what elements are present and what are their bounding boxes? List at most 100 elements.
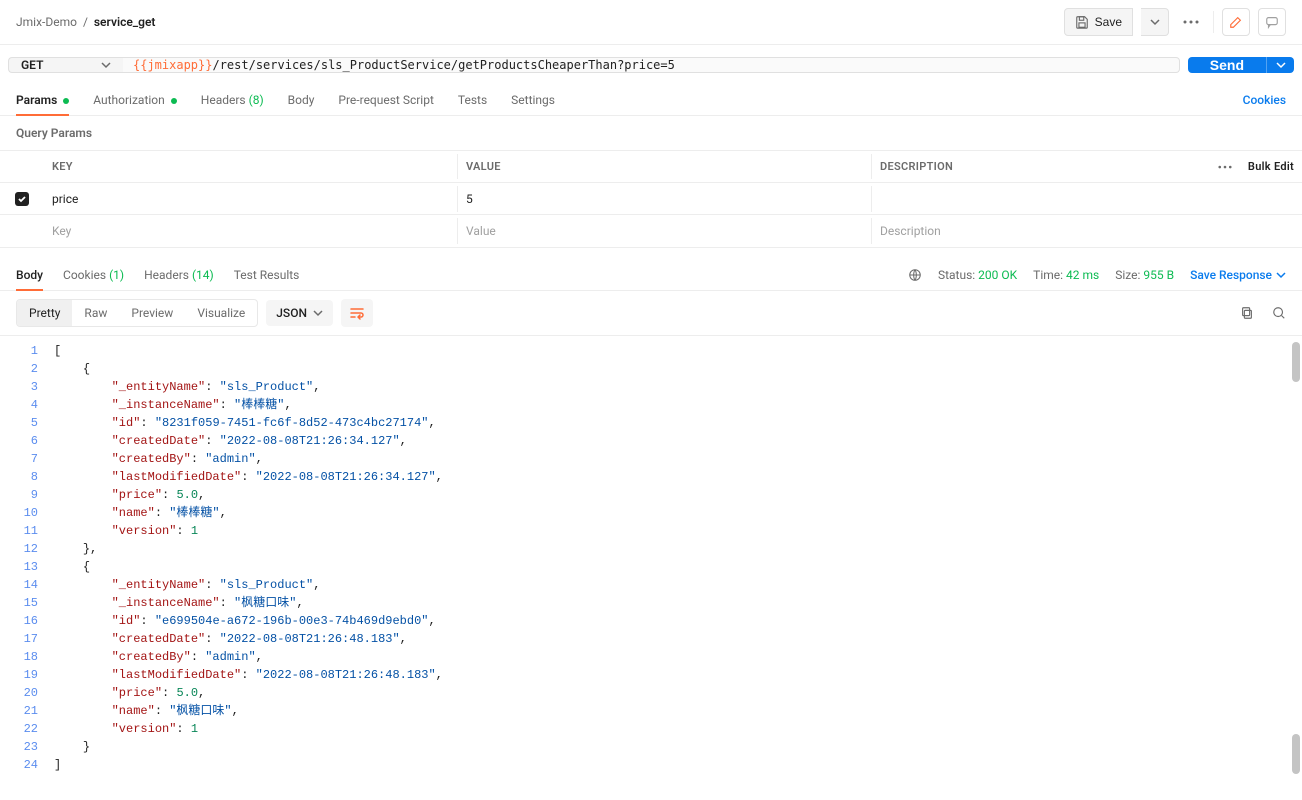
row-checkbox[interactable] [15,192,29,206]
resp-tab-body-label: Body [16,268,43,282]
th-desc: DESCRIPTION Bulk Edit [872,154,1302,179]
param-value-placeholder[interactable]: Value [458,218,872,244]
resp-tab-body[interactable]: Body [16,260,43,290]
response-status-bar: Status: 200 OK Time: 42 ms Size: 955 B S… [908,268,1286,282]
resp-tab-headers[interactable]: Headers (14) [144,260,214,290]
response-body-editor[interactable]: 123456789101112131415161718192021222324 … [0,336,1302,780]
status-dot [171,98,177,104]
copy-icon[interactable] [1240,306,1254,320]
view-mode-visualize[interactable]: Visualize [185,300,257,326]
time-group: Time: 42 ms [1033,268,1099,282]
time-value: 42 ms [1066,268,1099,282]
resp-tab-headers-label: Headers [144,268,189,282]
th-value: VALUE [458,154,872,179]
send-dropdown-button[interactable] [1266,57,1294,73]
body-toolbar: Pretty Raw Preview Visualize JSON [0,291,1302,336]
url-variable: {{jmixapp}} [133,58,212,72]
tab-body-label: Body [288,93,315,107]
bulk-edit-link[interactable]: Bulk Edit [1248,160,1294,173]
resp-tab-cookies-label: Cookies [63,268,106,282]
status-label: Status: [938,268,975,282]
tab-prerequest[interactable]: Pre-request Script [338,85,433,115]
th-desc-label: DESCRIPTION [880,160,953,173]
response-tabs: Body Cookies (1) Headers (14) Test Resul… [0,260,1302,291]
breadcrumb: Jmix-Demo / service_get [16,15,155,29]
tab-prerequest-label: Pre-request Script [338,93,433,107]
view-mode-raw[interactable]: Raw [72,300,119,326]
status-dot [63,98,69,104]
resp-tab-cookies-count: (1) [109,268,124,282]
breadcrumb-separator: / [83,15,88,29]
tab-headers-label: Headers [201,93,246,107]
cookies-label: Cookies [1243,93,1286,107]
globe-icon[interactable] [908,268,922,282]
breadcrumb-collection[interactable]: Jmix-Demo [16,15,77,29]
header-actions: Save [1064,8,1286,36]
save-dropdown-button[interactable] [1141,8,1169,36]
tab-authorization[interactable]: Authorization [93,85,177,115]
more-columns-icon[interactable] [1218,165,1232,169]
chevron-down-icon [313,308,323,318]
http-method-label: GET [21,58,43,72]
save-label: Save [1095,15,1122,29]
view-mode-pretty[interactable]: Pretty [17,300,72,326]
resp-tab-testresults[interactable]: Test Results [234,260,300,290]
scrollbar-thumb[interactable] [1292,342,1300,382]
request-row: GET {{jmixapp}}/rest/services/sls_Produc… [0,45,1302,85]
floppy-icon [1075,15,1089,29]
query-params-table: KEY VALUE DESCRIPTION Bulk Edit price 5 … [0,150,1302,248]
line-wrap-button[interactable] [341,299,373,327]
tab-header: Jmix-Demo / service_get Save [0,0,1302,45]
tab-tests[interactable]: Tests [458,85,487,115]
save-button[interactable]: Save [1064,8,1133,36]
param-key-input[interactable]: price [44,186,458,212]
tab-authorization-label: Authorization [93,93,165,107]
breadcrumb-request: service_get [94,15,156,29]
query-params-title: Query Params [0,116,1302,150]
tab-headers-count: (8) [249,93,264,107]
tab-params[interactable]: Params [16,85,69,115]
save-response-link[interactable]: Save Response [1190,268,1286,282]
param-value-input[interactable]: 5 [458,186,872,212]
tab-headers[interactable]: Headers (8) [201,85,264,115]
body-format-label: JSON [276,306,307,320]
param-desc-placeholder[interactable]: Description [872,218,1302,244]
resp-tab-headers-count: (14) [192,268,214,282]
save-response-label: Save Response [1190,268,1272,282]
send-button[interactable]: Send [1188,57,1266,73]
resp-tab-testresults-label: Test Results [234,268,300,282]
cookies-link[interactable]: Cookies [1243,85,1286,115]
tab-params-label: Params [16,93,57,107]
body-format-select[interactable]: JSON [266,300,333,326]
size-group: Size: 955 B [1115,268,1174,282]
comment-icon-button[interactable] [1258,8,1286,36]
table-row: price 5 [0,183,1302,215]
tab-settings-label: Settings [511,93,555,107]
view-mode-group: Pretty Raw Preview Visualize [16,299,258,327]
edit-icon-button[interactable] [1222,8,1250,36]
status-group: Status: 200 OK [938,268,1017,282]
send-label: Send [1210,57,1244,73]
status-value: 200 OK [978,268,1017,282]
scrollbar-thumb[interactable] [1292,734,1300,774]
more-options-button[interactable] [1177,14,1205,30]
param-key-placeholder[interactable]: Key [44,218,458,244]
request-tabs: Params Authorization Headers (8) Body Pr… [0,85,1302,116]
resp-tab-cookies[interactable]: Cookies (1) [63,260,124,290]
chevron-down-icon [101,60,111,70]
view-mode-preview[interactable]: Preview [119,300,185,326]
time-label: Time: [1033,268,1063,282]
http-method-select[interactable]: GET [8,57,123,73]
tab-body[interactable]: Body [288,85,315,115]
url-input[interactable]: {{jmixapp}}/rest/services/sls_ProductSer… [123,57,1180,73]
th-key: KEY [44,154,458,179]
table-row-empty: Key Value Description [0,215,1302,247]
size-value: 955 B [1143,268,1174,282]
tab-tests-label: Tests [458,93,487,107]
code-content: [ { "_entityName": "sls_Product", "_inst… [50,342,1302,774]
search-icon[interactable] [1272,306,1286,320]
line-number-gutter: 123456789101112131415161718192021222324 [0,342,50,774]
param-desc-placeholder-text: Description [880,224,941,238]
tab-settings[interactable]: Settings [511,85,555,115]
param-desc-input[interactable] [872,193,1302,205]
